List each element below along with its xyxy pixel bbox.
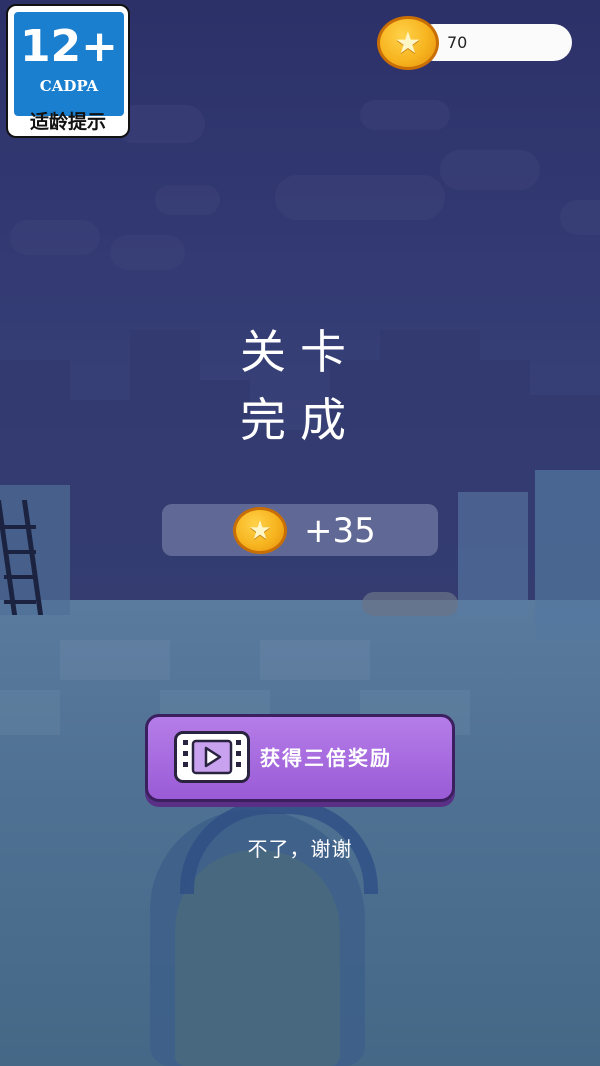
star-coin-icon: ★ xyxy=(377,16,439,70)
triple-reward-label: 获得三倍奖励 xyxy=(260,746,392,770)
level-complete-title-line1: 关卡 xyxy=(240,325,360,379)
age-rating-hint: 适龄提示 xyxy=(29,111,106,133)
age-rating-org: CADPA xyxy=(39,77,99,95)
triple-reward-button[interactable]: 获得三倍奖励 xyxy=(145,714,455,802)
star-coin-icon: ★ xyxy=(233,507,287,554)
age-rating-number: 12+ xyxy=(19,21,119,72)
level-complete-title-line2: 完成 xyxy=(240,393,360,447)
coin-balance-value: 70 xyxy=(447,33,468,52)
reward-panel xyxy=(162,504,438,556)
decline-link[interactable]: 不了，谢谢 xyxy=(0,833,600,862)
age-rating-badge: 12+ CADPA 适龄提示 xyxy=(6,4,130,138)
video-play-icon xyxy=(174,731,250,783)
reward-amount: +35 xyxy=(304,511,376,551)
